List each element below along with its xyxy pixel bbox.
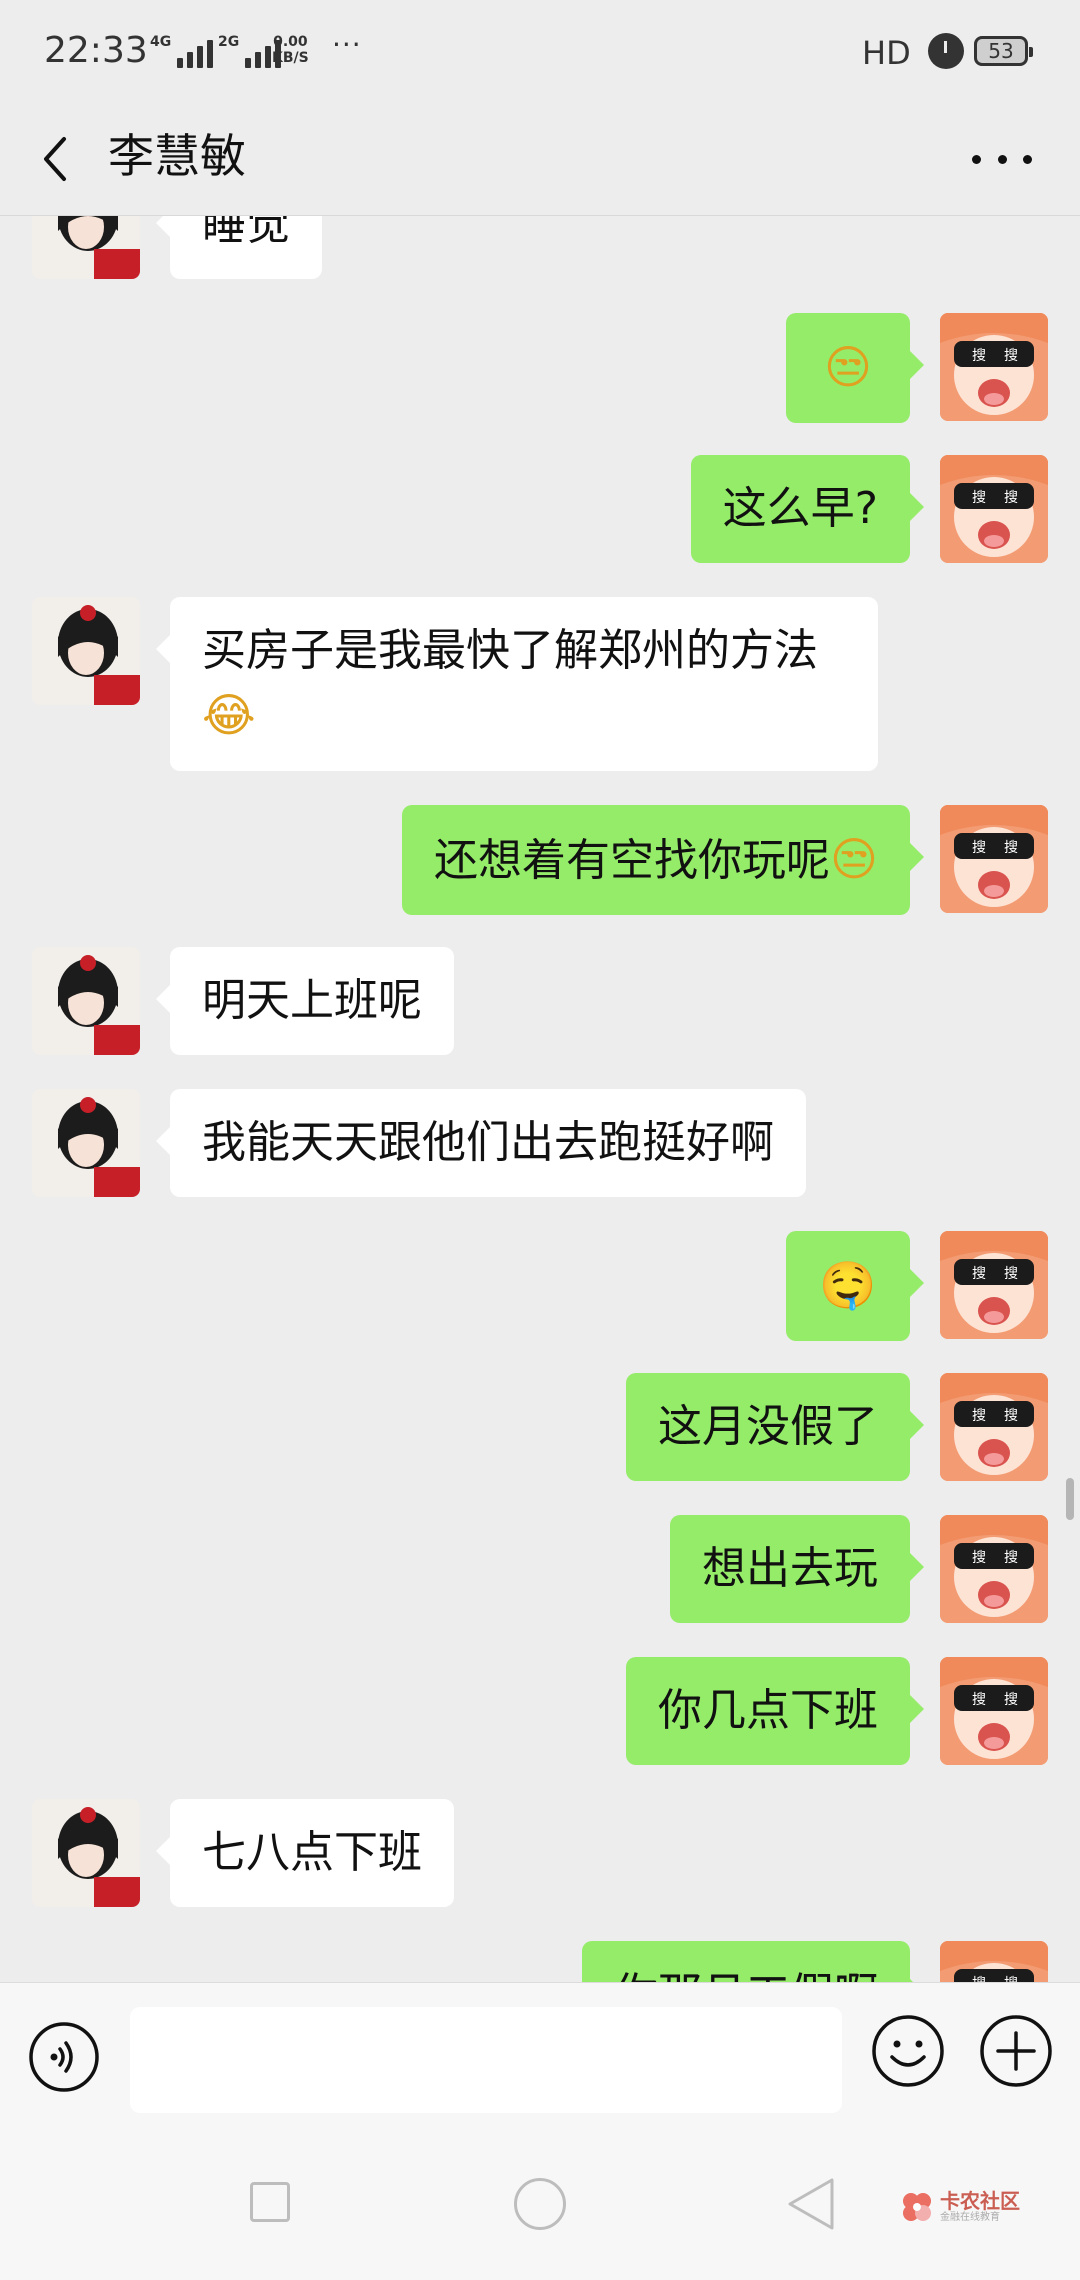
message-bubble-outgoing[interactable]: 这月没假了 [626, 1373, 924, 1481]
unamused-emoji: 😒 [830, 832, 878, 886]
watermark-subtitle: 金融在线教育 [940, 2212, 1000, 2223]
svg-text:搜: 搜 [972, 840, 986, 856]
message-text: 我能天天跟他们出去跑挺好啊 [202, 1117, 774, 1168]
message-list[interactable]: 睡觉 搜 搜 😒 搜 搜 这么早? 买房子是我最快了解郑州的方法 😂 搜 搜 还… [0, 215, 1080, 1982]
network-speed-unit: KB/S [272, 50, 309, 66]
svg-text:搜: 搜 [1004, 348, 1018, 364]
svg-text:搜: 搜 [1004, 490, 1018, 506]
contact-avatar[interactable] [32, 597, 140, 705]
nav-back-icon[interactable] [786, 2176, 836, 2232]
message-bubble-incoming[interactable]: 睡觉 [156, 215, 322, 279]
message-bubble-outgoing[interactable]: 想出去玩 [670, 1515, 924, 1623]
message-bubble-outgoing[interactable]: 你那月工假啊 [582, 1941, 924, 1982]
status-time: 22:33 [44, 30, 148, 71]
status-bar: 22:33 4G 2G 0.00 KB/S ··· HD 53 [0, 0, 1080, 105]
contact-avatar[interactable] [32, 215, 140, 279]
my-avatar[interactable]: 搜 搜 [940, 805, 1048, 913]
recents-button[interactable] [250, 2182, 290, 2222]
alarm-icon [928, 33, 964, 69]
message-text: 七八点下班 [202, 1827, 422, 1878]
message-text: 你几点下班 [658, 1685, 878, 1736]
svg-text:搜: 搜 [1004, 840, 1018, 856]
message-text: 想出去玩 [702, 1543, 878, 1594]
chat-screen: 22:33 4G 2G 0.00 KB/S ··· HD 53 李慧敏 睡觉 搜… [0, 0, 1080, 2280]
network-type-1: 4G [150, 34, 172, 50]
watermark-title: 卡农社区 [940, 2189, 1020, 2213]
message-bubble-outgoing[interactable]: 🤤 [786, 1231, 924, 1341]
svg-text:搜: 搜 [1004, 1408, 1018, 1424]
system-navigation-bar: 卡农社区 金融在线教育 [0, 2130, 1080, 2280]
contact-avatar[interactable] [32, 947, 140, 1055]
my-avatar[interactable]: 搜 搜 [940, 1515, 1048, 1623]
network-speed: 0.00 KB/S [272, 34, 309, 66]
message-bubble-incoming[interactable]: 买房子是我最快了解郑州的方法 😂 [156, 597, 878, 771]
message-text: 买房子是我最快了解郑州的方法 [202, 625, 818, 676]
tears-of-joy-emoji: 😂 [202, 688, 256, 742]
svg-text:搜: 搜 [972, 1408, 986, 1424]
drooling-emoji: 🤤 [819, 1258, 877, 1312]
chat-header: 李慧敏 [0, 105, 1080, 216]
emoji-icon[interactable] [870, 2013, 946, 2089]
message-text: 你那月工假啊 [614, 1969, 878, 1982]
my-avatar[interactable]: 搜 搜 [940, 1941, 1048, 1982]
back-arrow-icon[interactable] [40, 129, 100, 189]
scrollbar-thumb[interactable] [1066, 1478, 1074, 1520]
svg-text:搜: 搜 [1004, 1692, 1018, 1708]
my-avatar[interactable]: 搜 搜 [940, 1657, 1048, 1765]
network-speed-value: 0.00 [273, 34, 308, 50]
message-text: 这月没假了 [658, 1401, 878, 1452]
hd-voice-icon: HD [862, 34, 911, 72]
svg-text:搜: 搜 [972, 490, 986, 506]
message-text: 这么早? [722, 483, 878, 534]
message-input[interactable] [130, 2007, 842, 2113]
chat-title: 李慧敏 [108, 129, 246, 183]
svg-text:搜: 搜 [1004, 1550, 1018, 1566]
message-bubble-outgoing[interactable]: 😒 [786, 313, 924, 423]
status-more-icon: ··· [332, 28, 362, 61]
message-bubble-incoming[interactable]: 七八点下班 [156, 1799, 454, 1907]
my-avatar[interactable]: 搜 搜 [940, 455, 1048, 563]
contact-avatar[interactable] [32, 1089, 140, 1197]
message-text: 还想着有空找你玩呢 [434, 835, 831, 886]
my-avatar[interactable]: 搜 搜 [940, 1373, 1048, 1481]
svg-text:搜: 搜 [1004, 1266, 1018, 1282]
my-avatar[interactable]: 搜 搜 [940, 313, 1048, 421]
kanong-logo-icon [903, 2193, 931, 2221]
message-text: 明天上班呢 [202, 975, 422, 1026]
unamused-emoji: 😒 [824, 340, 872, 394]
svg-text:搜: 搜 [972, 1266, 986, 1282]
more-dots-icon[interactable] [972, 139, 1032, 179]
message-bubble-incoming[interactable]: 我能天天跟他们出去跑挺好啊 [156, 1089, 806, 1197]
input-bar [0, 1982, 1080, 2131]
message-bubble-outgoing[interactable]: 你几点下班 [626, 1657, 924, 1765]
home-button[interactable] [514, 2178, 566, 2230]
message-text: 睡觉 [202, 215, 290, 250]
contact-avatar[interactable] [32, 1799, 140, 1907]
my-avatar[interactable]: 搜 搜 [940, 1231, 1048, 1339]
plus-icon[interactable] [978, 2013, 1054, 2089]
svg-text:搜: 搜 [972, 1550, 986, 1566]
message-bubble-outgoing[interactable]: 还想着有空找你玩呢😒 [402, 805, 924, 915]
watermark: 卡农社区 金融在线教育 [900, 2190, 1020, 2224]
svg-text:搜: 搜 [972, 1692, 986, 1708]
message-bubble-incoming[interactable]: 明天上班呢 [156, 947, 454, 1055]
signal-strength-icon: 4G [150, 34, 214, 68]
message-bubble-outgoing[interactable]: 这么早? [690, 455, 925, 563]
voice-icon[interactable] [28, 2021, 100, 2093]
battery-icon: 53 [974, 36, 1033, 66]
network-type-2: 2G [218, 34, 240, 50]
svg-text:搜: 搜 [972, 348, 986, 364]
